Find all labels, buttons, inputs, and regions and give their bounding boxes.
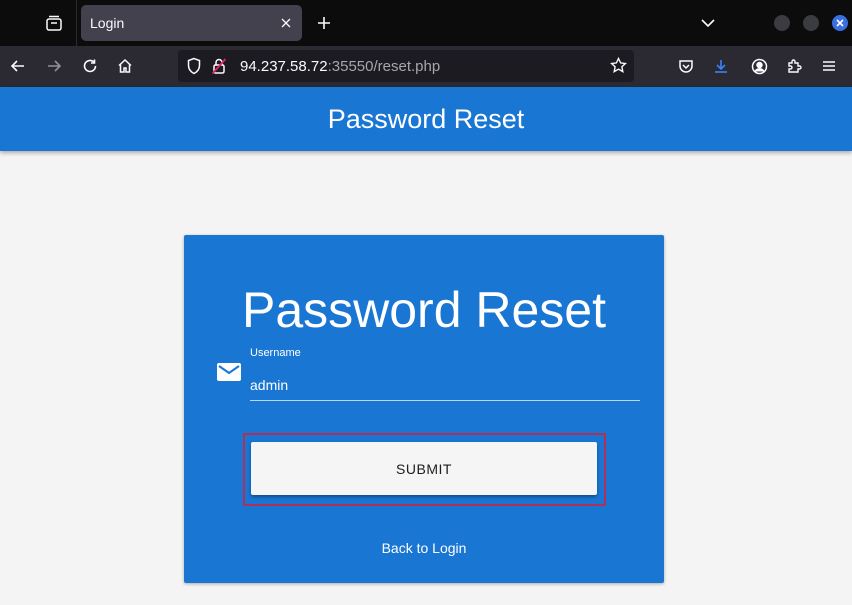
- tabs-overview-icon[interactable]: [38, 9, 70, 37]
- browser-tab[interactable]: Login: [81, 5, 302, 41]
- reload-icon[interactable]: [76, 52, 104, 80]
- minimize-button[interactable]: [774, 15, 790, 31]
- url-path: :35550/reset.php: [327, 58, 441, 75]
- chevron-down-icon[interactable]: [694, 9, 722, 37]
- home-icon[interactable]: [111, 52, 139, 80]
- browser-nav-bar: 94.237.58.72:35550/reset.php: [0, 46, 852, 87]
- app-header: Password Reset: [0, 87, 852, 151]
- arrow-left-icon[interactable]: [4, 52, 32, 80]
- url-text: 94.237.58.72:35550/reset.php: [240, 58, 440, 75]
- tab-bar-divider: [76, 0, 77, 46]
- plus-icon[interactable]: [310, 9, 338, 37]
- browser-tab-bar: Login: [0, 0, 852, 46]
- username-input[interactable]: [250, 369, 640, 401]
- window-close-button[interactable]: [832, 15, 848, 31]
- shield-icon[interactable]: [186, 57, 202, 80]
- card-title: Password Reset: [241, 282, 607, 338]
- puzzle-icon[interactable]: [780, 52, 808, 80]
- maximize-button[interactable]: [803, 15, 819, 31]
- account-icon[interactable]: [745, 52, 773, 80]
- header-title: Password Reset: [327, 103, 525, 134]
- username-label: Username: [250, 347, 301, 359]
- mail-icon: [217, 363, 241, 381]
- download-icon[interactable]: [707, 52, 735, 80]
- password-reset-card: Password Reset Username SUBMIT Back to L…: [184, 235, 664, 583]
- arrow-right-icon[interactable]: [40, 52, 68, 80]
- submit-button[interactable]: SUBMIT: [251, 442, 597, 495]
- insecure-lock-icon[interactable]: [211, 57, 227, 80]
- pocket-icon[interactable]: [672, 52, 700, 80]
- hamburger-menu-icon[interactable]: [815, 52, 843, 80]
- url-bar[interactable]: 94.237.58.72:35550/reset.php: [178, 50, 634, 82]
- back-to-login-link[interactable]: Back to Login: [184, 540, 664, 556]
- star-icon[interactable]: [610, 56, 627, 79]
- close-icon[interactable]: [278, 13, 294, 33]
- tab-title: Login: [90, 15, 125, 31]
- url-host: 94.237.58.72: [240, 58, 328, 75]
